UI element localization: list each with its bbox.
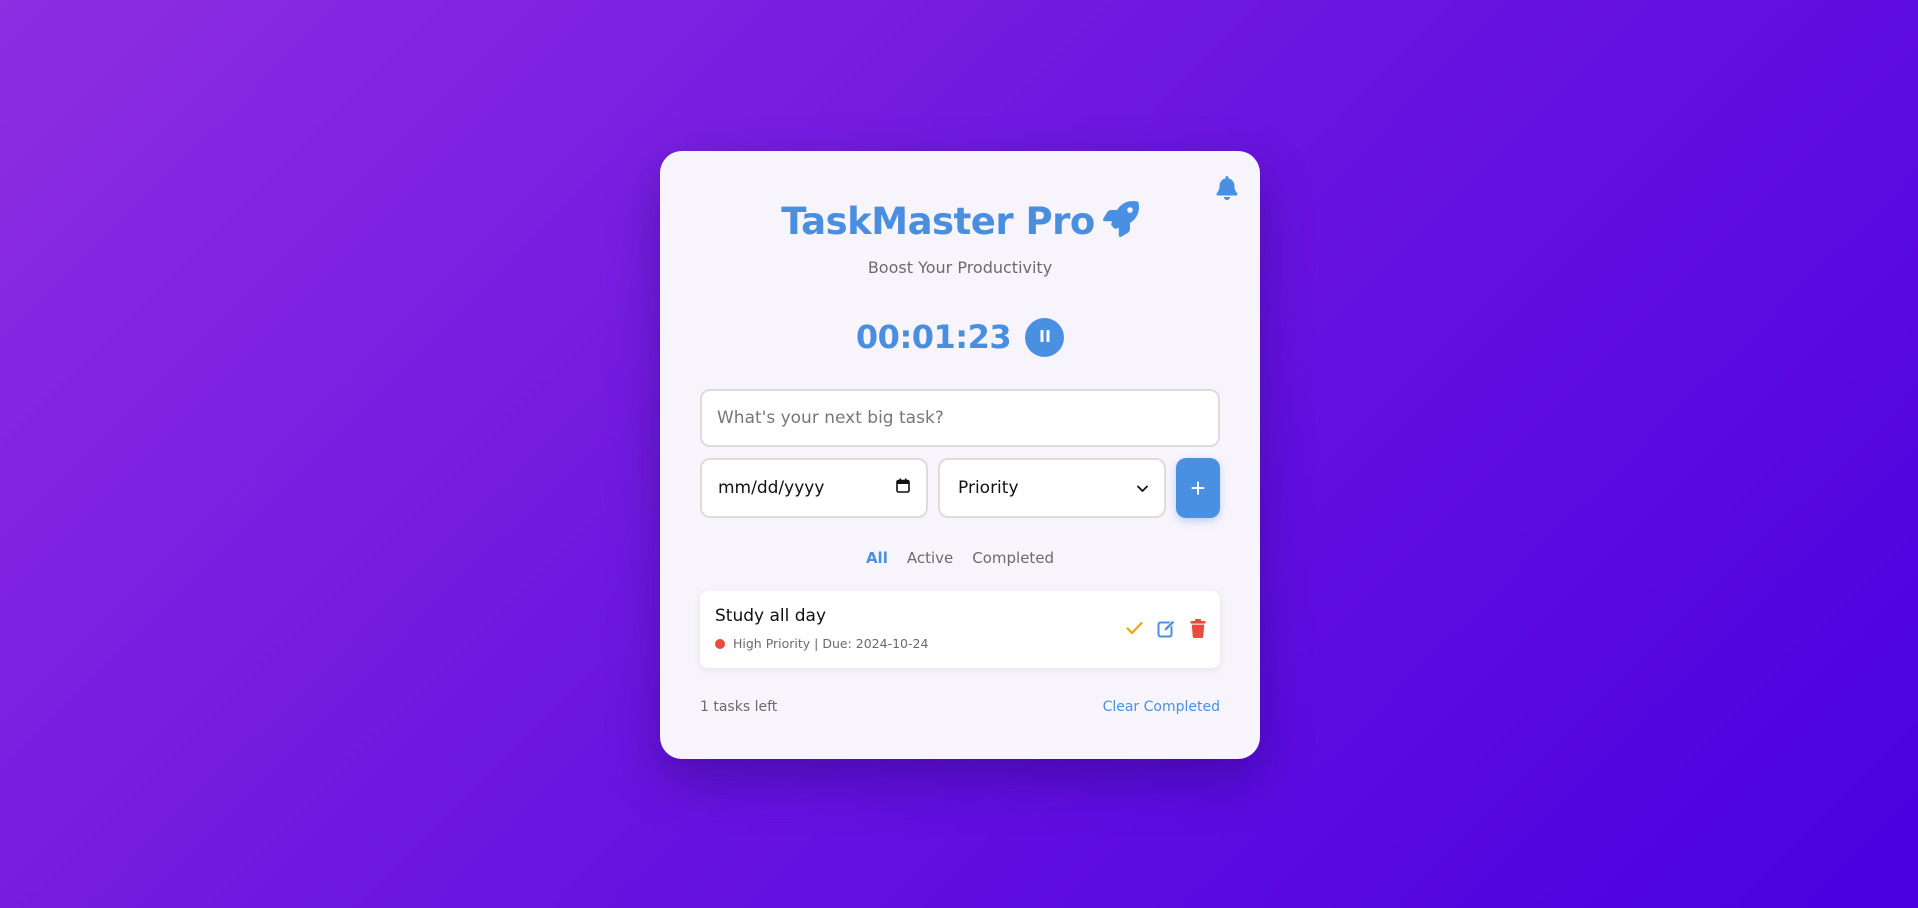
check-icon[interactable]	[1124, 617, 1144, 639]
app-subtitle: Boost Your Productivity	[867, 258, 1053, 277]
calendar-icon[interactable]	[896, 478, 910, 498]
task-item: Study all day High Priority | Due: 2024-…	[700, 591, 1220, 668]
task-actions	[1124, 617, 1208, 639]
filter-completed[interactable]: Completed	[972, 549, 1054, 567]
filter-all[interactable]: All	[866, 549, 888, 567]
chevron-down-icon	[1137, 478, 1148, 498]
task-name: Study all day	[715, 606, 827, 626]
rocket-icon	[1102, 201, 1139, 241]
header: TaskMaster Pro	[660, 195, 1260, 247]
timer-section: 00:01:23	[660, 314, 1260, 360]
trash-icon[interactable]	[1188, 617, 1208, 639]
task-meta: High Priority | Due: 2024-10-24	[715, 636, 928, 651]
add-task-button[interactable]: +	[1176, 458, 1220, 518]
timer-display: 00:01:23	[855, 318, 1012, 356]
filter-active[interactable]: Active	[907, 549, 953, 567]
task-input[interactable]	[700, 389, 1220, 447]
app-title: TaskMaster Pro	[781, 199, 1095, 243]
priority-select[interactable]: Priority	[938, 458, 1166, 518]
task-meta-text: High Priority | Due: 2024-10-24	[733, 636, 929, 651]
clear-completed-button[interactable]: Clear Completed	[1103, 699, 1220, 715]
task-filters: All Active Completed	[660, 549, 1260, 567]
priority-indicator	[715, 638, 725, 649]
app-card: TaskMaster Pro Boost Your Productivity 0…	[660, 151, 1260, 759]
date-placeholder: mm/dd/yyyy	[718, 478, 825, 498]
pause-button[interactable]	[1025, 317, 1065, 357]
edit-icon[interactable]	[1156, 617, 1176, 639]
priority-selected-value: Priority	[958, 478, 1019, 498]
due-date-input[interactable]: mm/dd/yyyy	[700, 458, 928, 518]
pause-icon	[1040, 329, 1050, 345]
tasks-left-count: 1 tasks left	[700, 699, 778, 715]
